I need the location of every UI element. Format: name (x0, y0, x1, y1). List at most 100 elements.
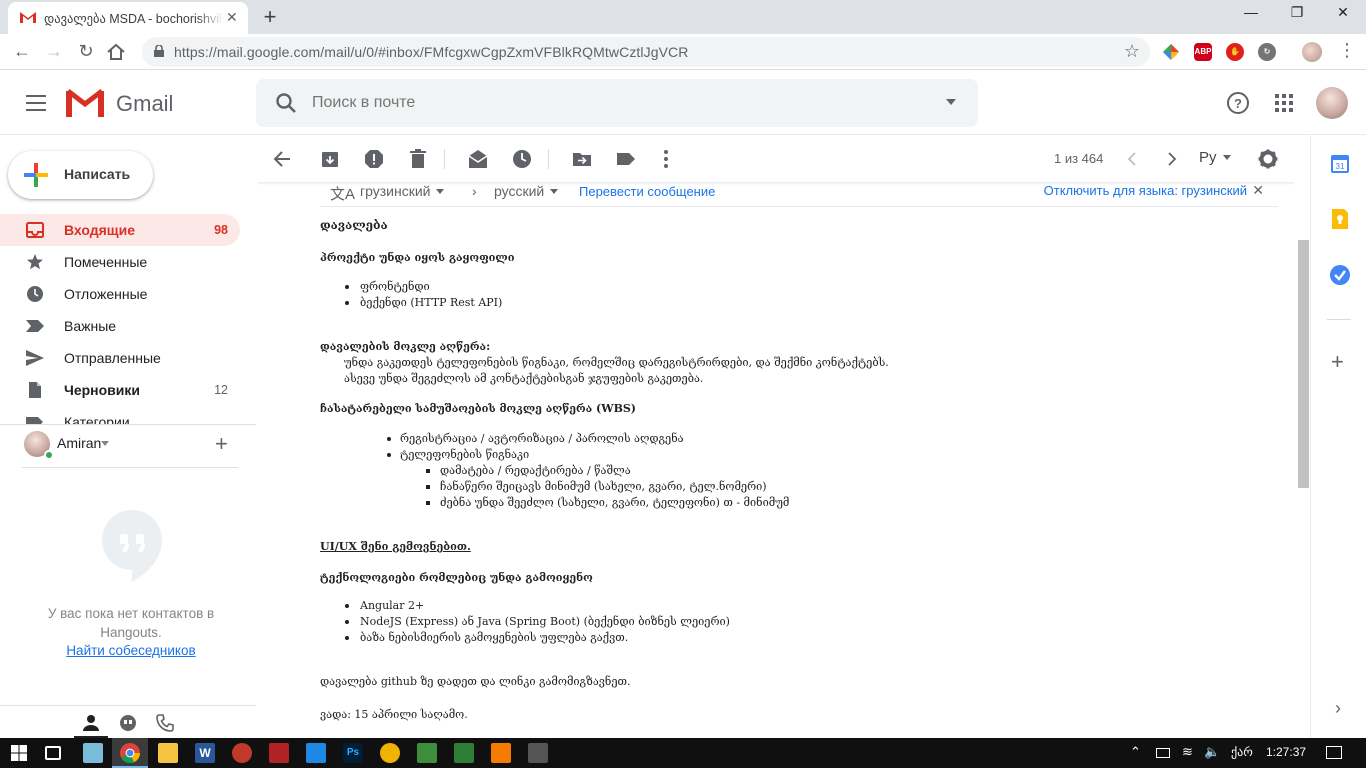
label-as-icon[interactable] (616, 149, 636, 169)
archive-icon[interactable] (320, 149, 340, 169)
tab-close-icon[interactable]: ✕ (226, 9, 238, 26)
older-chevron-icon[interactable] (1162, 149, 1182, 169)
refresh-extension-icon[interactable]: ↻ (1258, 43, 1276, 61)
sidebar-item-inbox[interactable]: Входящие 98 (0, 214, 240, 246)
browser-menu-icon[interactable]: ⋮ (1338, 41, 1356, 59)
windows-start-icon[interactable] (11, 745, 27, 761)
sub-list-item: ჩანაწერი შეიცავს მინიმუმ (სახელი, გვარი,… (440, 480, 767, 493)
calculator-icon[interactable] (528, 743, 548, 763)
drafts-count: 12 (214, 383, 228, 397)
app-icon-green-2[interactable] (454, 743, 474, 763)
keyboard-language[interactable]: ქარ (1231, 745, 1253, 759)
translate-message-link[interactable]: Перевести сообщение (579, 184, 715, 199)
back-to-inbox-icon[interactable] (272, 149, 292, 169)
settings-gear-icon[interactable] (1258, 149, 1278, 169)
calendar-icon[interactable]: 31 (1331, 155, 1349, 173)
chevron-down-icon[interactable] (101, 441, 109, 446)
volume-icon[interactable]: 🔈 (1204, 744, 1220, 760)
tab-contacts[interactable] (74, 706, 108, 739)
sidebar-item-important[interactable]: Важные (0, 310, 240, 342)
delete-icon[interactable] (408, 149, 428, 169)
search-options-icon[interactable] (946, 99, 956, 105)
minimize-icon[interactable]: — (1228, 4, 1274, 26)
report-spam-icon[interactable] (364, 149, 384, 169)
paragraph-line: ვადა: 15 აპრილი საღამო. (320, 708, 468, 721)
phone-icon[interactable] (156, 714, 174, 732)
download-app-icon[interactable] (269, 743, 289, 763)
taskbar-clock[interactable]: 1:27:37 (1266, 745, 1306, 759)
translate-icon: 文A (330, 186, 356, 203)
word-icon[interactable]: W (195, 743, 215, 763)
back-icon[interactable]: ← (10, 39, 34, 63)
sub-list-item: დამატება / რედაქტირება / წაშლა (440, 464, 631, 477)
browser-tab[interactable]: დავალება MSDA - bochorishvili ✕ (8, 2, 248, 34)
home-icon[interactable] (106, 43, 126, 61)
restore-icon[interactable]: ❐ (1274, 4, 1320, 26)
move-to-icon[interactable] (572, 149, 592, 169)
sidebar-item-snoozed[interactable]: Отложенные (0, 278, 240, 310)
add-contact-icon[interactable]: + (215, 431, 228, 457)
help-icon[interactable]: ? (1226, 91, 1250, 115)
sidebar-item-categories[interactable]: Категории (0, 406, 240, 424)
disable-translation-link[interactable]: Отключить для языка: грузинский (1044, 183, 1247, 198)
app-icon-green[interactable] (417, 743, 437, 763)
message-toolbar: 1 из 464 Ру (256, 135, 1310, 183)
app-icon-yellow[interactable] (380, 743, 400, 763)
apps-grid-icon[interactable] (1272, 91, 1296, 115)
search-icon[interactable] (274, 91, 298, 115)
battery-icon[interactable] (1156, 748, 1170, 758)
google-apps-icon[interactable] (1162, 43, 1180, 61)
account-avatar[interactable] (1316, 87, 1348, 119)
app-icon-orange[interactable] (491, 743, 511, 763)
get-addons-plus-icon[interactable]: + (1331, 349, 1344, 375)
star-icon (27, 254, 43, 270)
reload-icon[interactable]: ↻ (74, 39, 98, 63)
chrome-taskbar-button[interactable] (112, 738, 148, 768)
expand-panel-icon[interactable]: › (1335, 698, 1341, 719)
hangouts-user-name[interactable]: Amiran (57, 435, 101, 451)
sidebar-item-starred[interactable]: Помеченные (0, 246, 240, 278)
new-tab-icon[interactable]: + (258, 4, 282, 30)
main-menu-icon[interactable] (26, 95, 46, 111)
snooze-clock-icon[interactable] (512, 149, 532, 169)
pagination-text: 1 из 464 (1054, 151, 1104, 166)
email-title: დავალება (320, 218, 388, 232)
sidebar-item-sent[interactable]: Отправленные (0, 342, 240, 374)
keep-icon[interactable] (1332, 209, 1348, 229)
vscode-icon[interactable] (306, 743, 326, 763)
find-contacts-link[interactable]: Найти собеседников (40, 643, 222, 658)
forward-icon[interactable]: → (42, 39, 66, 63)
bookmark-star-icon[interactable]: ☆ (1124, 41, 1140, 62)
section-heading: პროექტი უნდა იყოს გაყოფილი (320, 251, 515, 264)
compose-button[interactable]: Написать (8, 151, 153, 199)
bullet (387, 437, 391, 441)
adblock-plus-icon[interactable]: ABP (1194, 43, 1212, 61)
file-explorer-icon[interactable] (158, 743, 178, 763)
photoshop-icon[interactable]: Ps (343, 743, 363, 763)
app-icon-red[interactable] (232, 743, 252, 763)
notepad-icon[interactable] (83, 743, 103, 763)
url-path: /mail/u/0/#inbox/FMfcgxwCgpZxmVFBlkRQMtw… (320, 44, 689, 60)
tasks-icon[interactable] (1330, 265, 1350, 285)
mark-unread-icon[interactable] (468, 149, 488, 169)
notifications-icon[interactable] (1326, 746, 1342, 759)
browser-profile-avatar[interactable] (1302, 42, 1322, 62)
address-bar[interactable]: https://mail.google.com/mail/u/0/#inbox/… (142, 37, 1150, 67)
ux-line: UI/UX შენი გემოვნებით. (320, 540, 471, 553)
wifi-icon[interactable]: ≋ (1182, 744, 1193, 760)
adblock-icon[interactable]: ✋ (1226, 43, 1244, 61)
newer-chevron-icon[interactable] (1122, 149, 1142, 169)
search-input[interactable] (312, 89, 912, 117)
chat-bubble-icon[interactable] (119, 714, 137, 732)
more-options-icon[interactable] (656, 149, 676, 169)
target-language-select[interactable]: русский (494, 183, 559, 199)
scrollbar-thumb[interactable] (1298, 240, 1309, 488)
source-language-select[interactable]: грузинский (360, 183, 445, 199)
close-window-icon[interactable]: ✕ (1320, 4, 1366, 26)
chevron-down-icon (436, 189, 445, 194)
input-language-button[interactable]: Ру (1199, 149, 1231, 166)
sidebar-item-drafts[interactable]: Черновики 12 (0, 374, 240, 406)
tray-expand-icon[interactable]: ⌃ (1130, 744, 1141, 760)
task-view-icon[interactable] (45, 746, 61, 760)
close-translation-icon[interactable]: ✕ (1252, 182, 1264, 199)
